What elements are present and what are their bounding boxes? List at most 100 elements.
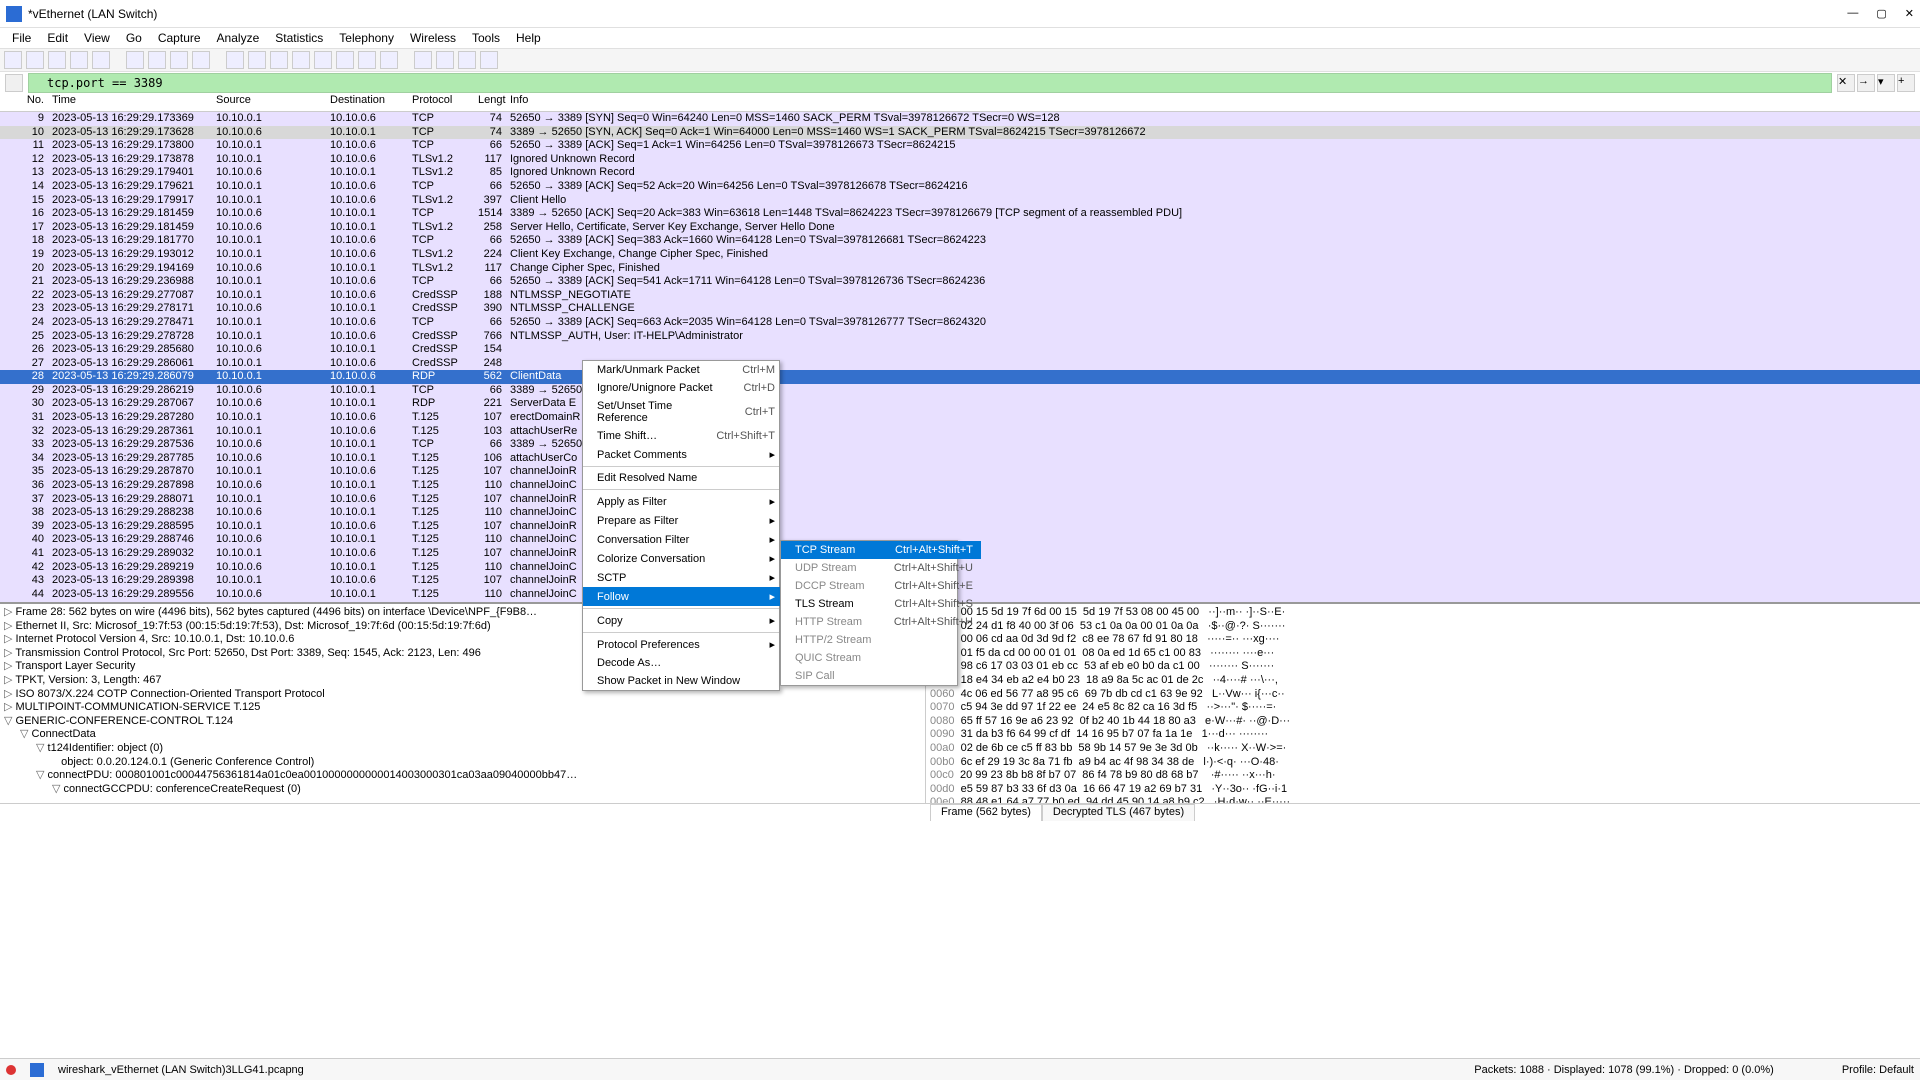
packet-row[interactable]: 322023-05-13 16:29:29.28736110.10.0.110.… [0, 425, 1920, 439]
toolbar-button[interactable] [26, 51, 44, 69]
toolbar-button[interactable] [48, 51, 66, 69]
column-header-len[interactable]: Length [474, 94, 506, 111]
hex-row[interactable]: 00c0 20 99 23 8b b8 8f b7 07 86 f4 78 b9… [930, 769, 1916, 783]
packet-row[interactable]: 162023-05-13 16:29:29.18145910.10.0.610.… [0, 207, 1920, 221]
packet-row[interactable]: 302023-05-13 16:29:29.28706710.10.0.610.… [0, 397, 1920, 411]
menu-item[interactable]: Follow▸ [583, 587, 783, 606]
profile-label[interactable]: Profile: Default [1842, 1064, 1914, 1076]
toolbar-button[interactable] [126, 51, 144, 69]
packet-context-menu[interactable]: Mark/Unmark PacketCtrl+MIgnore/Unignore … [582, 360, 780, 691]
toolbar-button[interactable] [248, 51, 266, 69]
bookmark-filter-icon[interactable] [5, 74, 23, 92]
packet-row[interactable]: 362023-05-13 16:29:29.28789810.10.0.610.… [0, 479, 1920, 493]
toolbar-button[interactable] [170, 51, 188, 69]
filter-dropdown-icon[interactable]: ▾ [1877, 74, 1895, 92]
menu-tools[interactable]: Tools [464, 29, 508, 47]
packet-row[interactable]: 242023-05-13 16:29:29.27847110.10.0.110.… [0, 316, 1920, 330]
hex-row[interactable]: 00a0 02 de 6b ce c5 ff 83 bb 58 9b 14 57… [930, 742, 1916, 756]
add-filter-button[interactable]: + [1897, 74, 1915, 92]
hex-row[interactable]: 0080 65 ff 57 16 9e a6 23 92 0f b2 40 1b… [930, 715, 1916, 729]
packet-row[interactable]: 232023-05-13 16:29:29.27817110.10.0.610.… [0, 302, 1920, 316]
toolbar-button[interactable] [226, 51, 244, 69]
hex-row[interactable]: 0060 4c 06 ed 56 77 a8 95 c6 69 7b db cd… [930, 688, 1916, 702]
menu-analyze[interactable]: Analyze [209, 29, 268, 47]
toolbar-button[interactable] [148, 51, 166, 69]
menu-file[interactable]: File [4, 29, 39, 47]
menu-edit[interactable]: Edit [39, 29, 76, 47]
packet-row[interactable]: 312023-05-13 16:29:29.28728010.10.0.110.… [0, 411, 1920, 425]
toolbar-button[interactable] [480, 51, 498, 69]
toolbar-button[interactable] [292, 51, 310, 69]
toolbar-button[interactable] [436, 51, 454, 69]
hex-row[interactable]: 0010 02 24 d1 f8 40 00 3f 06 53 c1 0a 0a… [930, 620, 1916, 634]
packet-row[interactable]: 122023-05-13 16:29:29.17387810.10.0.110.… [0, 153, 1920, 167]
toolbar-button[interactable] [4, 51, 22, 69]
packet-row[interactable]: 352023-05-13 16:29:29.28787010.10.0.110.… [0, 465, 1920, 479]
menu-statistics[interactable]: Statistics [267, 29, 331, 47]
packet-row[interactable]: 172023-05-13 16:29:29.18145910.10.0.610.… [0, 221, 1920, 235]
menu-item[interactable]: Show Packet in New Window [583, 672, 783, 690]
menu-item[interactable]: Set/Unset Time ReferenceCtrl+T [583, 397, 783, 427]
packet-row[interactable]: 202023-05-13 16:29:29.19416910.10.0.610.… [0, 262, 1920, 276]
tree-node[interactable]: ConnectData [20, 728, 921, 742]
column-header-dst[interactable]: Destination [326, 94, 408, 111]
packet-row[interactable]: 102023-05-13 16:29:29.17362810.10.0.610.… [0, 126, 1920, 140]
menu-item[interactable]: Apply as Filter▸ [583, 492, 783, 511]
packet-row[interactable]: 342023-05-13 16:29:29.28778510.10.0.610.… [0, 452, 1920, 466]
menu-item[interactable]: Protocol Preferences▸ [583, 635, 783, 654]
hex-row[interactable]: 0050 18 e4 34 eb a2 e4 b0 23 18 a9 8a 5c… [930, 674, 1916, 688]
packet-row[interactable]: 152023-05-13 16:29:29.17991710.10.0.110.… [0, 194, 1920, 208]
packet-row[interactable]: 272023-05-13 16:29:29.28606110.10.0.110.… [0, 357, 1920, 371]
packet-row[interactable]: 252023-05-13 16:29:29.27872810.10.0.110.… [0, 330, 1920, 344]
toolbar-button[interactable] [314, 51, 332, 69]
menu-item[interactable]: Time Shift…Ctrl+Shift+T [583, 427, 783, 445]
column-header-proto[interactable]: Protocol [408, 94, 474, 111]
maximize-button[interactable]: ▢ [1876, 7, 1886, 20]
toolbar-button[interactable] [92, 51, 110, 69]
packet-row[interactable]: 182023-05-13 16:29:29.18177010.10.0.110.… [0, 234, 1920, 248]
display-filter-input[interactable] [28, 73, 1832, 93]
toolbar-button[interactable] [336, 51, 354, 69]
clear-filter-icon[interactable]: ✕ [1837, 74, 1855, 92]
packet-row[interactable]: 372023-05-13 16:29:29.28807110.10.0.110.… [0, 493, 1920, 507]
packet-row[interactable]: 392023-05-13 16:29:29.28859510.10.0.110.… [0, 520, 1920, 534]
packet-row[interactable]: 292023-05-13 16:29:29.28621910.10.0.610.… [0, 384, 1920, 398]
column-header-info[interactable]: Info [506, 94, 1920, 111]
menu-help[interactable]: Help [508, 29, 549, 47]
toolbar-button[interactable] [380, 51, 398, 69]
menu-item[interactable]: Decode As… [583, 654, 783, 672]
packet-row[interactable]: 142023-05-13 16:29:29.17962110.10.0.110.… [0, 180, 1920, 194]
hex-row[interactable]: 0000 00 15 5d 19 7f 6d 00 15 5d 19 7f 53… [930, 606, 1916, 620]
tree-node[interactable]: object: 0.0.20.124.0.1 (Generic Conferen… [52, 756, 921, 770]
tree-node[interactable]: MULTIPOINT-COMMUNICATION-SERVICE T.125 [4, 701, 921, 715]
packet-row[interactable]: 382023-05-13 16:29:29.28823810.10.0.610.… [0, 506, 1920, 520]
toolbar-button[interactable] [358, 51, 376, 69]
menu-view[interactable]: View [76, 29, 118, 47]
toolbar-button[interactable] [270, 51, 288, 69]
toolbar-button[interactable] [458, 51, 476, 69]
hex-row[interactable]: 0040 98 c6 17 03 03 01 eb cc 53 af eb e0… [930, 660, 1916, 674]
packet-row[interactable]: 112023-05-13 16:29:29.17380010.10.0.110.… [0, 139, 1920, 153]
packet-row[interactable]: 332023-05-13 16:29:29.28753610.10.0.610.… [0, 438, 1920, 452]
hex-row[interactable]: 0090 31 da b3 f6 64 99 cf df 14 16 95 b7… [930, 728, 1916, 742]
menu-item[interactable]: Conversation Filter▸ [583, 530, 783, 549]
apply-filter-icon[interactable]: → [1857, 74, 1875, 92]
tab-decrypted-tls[interactable]: Decrypted TLS (467 bytes) [1042, 804, 1195, 821]
hex-row[interactable]: 00b0 6c ef 29 19 3c 8a 71 fb a9 b4 ac 4f… [930, 756, 1916, 770]
menu-item[interactable]: Copy▸ [583, 611, 783, 630]
column-header-no[interactable]: No. [0, 94, 48, 111]
hex-row[interactable]: 00d0 e5 59 87 b3 33 6f d3 0a 16 66 47 19… [930, 783, 1916, 797]
toolbar-button[interactable] [70, 51, 88, 69]
follow-submenu[interactable]: TCP StreamCtrl+Alt+Shift+TUDP StreamCtrl… [780, 540, 958, 686]
tree-node[interactable]: ISO 8073/X.224 COTP Connection-Oriented … [4, 688, 921, 702]
menu-item[interactable]: Edit Resolved Name [583, 469, 783, 487]
menu-telephony[interactable]: Telephony [331, 29, 402, 47]
menu-wireless[interactable]: Wireless [402, 29, 464, 47]
menu-item[interactable]: Colorize Conversation▸ [583, 549, 783, 568]
tree-node[interactable]: connectGCCPDU: conferenceCreateRequest (… [52, 783, 921, 797]
toolbar-button[interactable] [414, 51, 432, 69]
menu-go[interactable]: Go [118, 29, 150, 47]
menu-item[interactable]: Prepare as Filter▸ [583, 511, 783, 530]
hex-row[interactable]: 00e0 88 48 e1 64 a7 77 b0 ed 94 dd 45 90… [930, 796, 1916, 803]
minimize-button[interactable]: — [1847, 7, 1858, 20]
